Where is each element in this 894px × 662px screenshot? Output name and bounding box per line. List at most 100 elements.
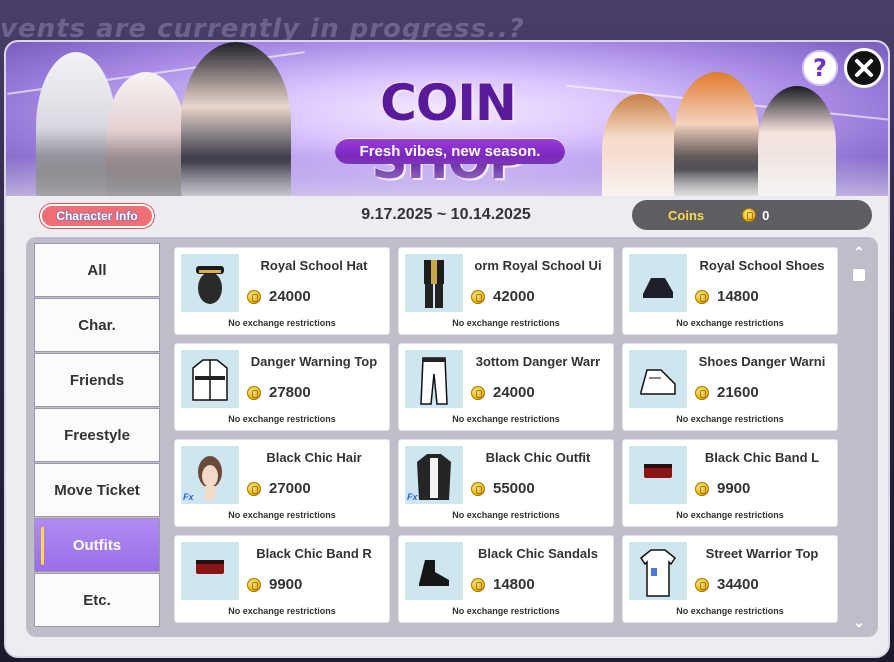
item-price-value: 24000 xyxy=(493,384,535,401)
help-button[interactable]: ? xyxy=(802,50,838,86)
item-card[interactable]: Royal School Hat 24000 No exchange restric… xyxy=(174,247,390,335)
category-all[interactable]: All xyxy=(34,243,160,297)
character-illustration-1 xyxy=(36,52,116,196)
item-price: 24000 xyxy=(247,288,311,305)
item-price: 34400 xyxy=(695,576,759,593)
coins-label: Coins xyxy=(668,207,705,223)
shirt-icon xyxy=(639,549,677,597)
item-name: orm Royal School Ui xyxy=(474,258,602,273)
category-freestyle[interactable]: Freestyle xyxy=(34,408,160,462)
category-move-ticket[interactable]: Move Ticket xyxy=(34,463,160,517)
item-thumbnail: Fx xyxy=(405,446,463,504)
category-label: Etc. xyxy=(83,591,111,609)
coins-value: 0 xyxy=(762,207,770,223)
item-price-value: 24000 xyxy=(269,288,311,305)
character-illustration-2 xyxy=(106,72,186,196)
item-price-value: 27800 xyxy=(269,384,311,401)
item-thumbnail xyxy=(405,350,463,408)
event-date-range: 9.17.2025 ~ 10.14.2025 xyxy=(361,206,531,223)
category-label: Char. xyxy=(78,316,116,334)
item-price: 9900 xyxy=(695,480,750,497)
category-etc[interactable]: Etc. xyxy=(34,573,160,627)
category-char[interactable]: Char. xyxy=(34,298,160,352)
coin-shop-modal: COIN SHOP Fresh vibes, new season. ? Cha… xyxy=(4,40,890,658)
character-illustration-6 xyxy=(758,86,836,196)
sandal-icon xyxy=(419,560,449,586)
fx-badge: Fx xyxy=(407,492,418,502)
hat-icon xyxy=(196,266,224,304)
item-name: Black Chic Band R xyxy=(256,546,372,561)
character-illustration-3 xyxy=(181,42,291,196)
item-exchange-note: No exchange restrictions xyxy=(228,414,336,424)
item-card[interactable]: Danger Warning Top 27800 No exchange restr… xyxy=(174,343,390,431)
item-card[interactable]: Shoes Danger Warni 21600 No exchange restr… xyxy=(622,343,838,431)
coin-icon xyxy=(247,481,261,496)
item-thumbnail xyxy=(181,350,239,408)
category-friends[interactable]: Friends xyxy=(34,353,160,407)
item-price: 42000 xyxy=(471,288,535,305)
scroll-up-icon[interactable]: ⌃ xyxy=(850,245,868,259)
category-label: Move Ticket xyxy=(54,481,140,499)
item-card[interactable]: Black Chic Sandals 14800 No exchange restr… xyxy=(398,535,614,623)
item-card[interactable]: 3ottom Danger Warr 24000 No exchange restr… xyxy=(398,343,614,431)
close-icon xyxy=(855,59,873,77)
item-grid: Royal School Hat 24000 No exchange restric… xyxy=(174,247,842,627)
item-price: 21600 xyxy=(695,384,759,401)
close-button[interactable] xyxy=(844,48,884,88)
item-card[interactable]: Street Warrior Top 34400 No exchange restr… xyxy=(622,535,838,623)
scroll-down-icon[interactable]: ⌄ xyxy=(850,615,868,629)
jacket-icon xyxy=(192,359,228,401)
item-exchange-note: No exchange restrictions xyxy=(676,318,784,328)
scroll-thumb[interactable] xyxy=(853,269,865,281)
item-price: 27000 xyxy=(247,480,311,497)
item-card[interactable]: Fx Black Chic Outfit 55000 No exchange rest… xyxy=(398,439,614,527)
item-price-value: 42000 xyxy=(493,288,535,305)
coin-icon xyxy=(247,577,261,592)
coin-icon xyxy=(695,385,709,400)
item-name: Street Warrior Top xyxy=(705,546,819,561)
character-info-button[interactable]: Character Info xyxy=(40,204,154,228)
item-price: 55000 xyxy=(471,480,535,497)
item-price-value: 14800 xyxy=(717,288,759,305)
coins-balance: Coins 0 xyxy=(632,200,872,230)
coin-icon xyxy=(695,577,709,592)
item-thumbnail xyxy=(629,542,687,600)
item-card[interactable]: Fx Black Chic Hair 27000 No exchange restri… xyxy=(174,439,390,527)
item-price: 14800 xyxy=(695,288,759,305)
item-card[interactable]: Black Chic Band L 9900 No exchange restric… xyxy=(622,439,838,527)
item-card[interactable]: Royal School Shoes 14800 No exchange restr… xyxy=(622,247,838,335)
shoes-icon xyxy=(643,278,673,298)
band-icon xyxy=(196,560,224,574)
item-exchange-note: No exchange restrictions xyxy=(228,318,336,328)
pants-icon xyxy=(420,357,448,405)
scrollbar[interactable]: ⌃ ⌄ xyxy=(848,245,870,629)
item-name: Danger Warning Top xyxy=(250,354,378,369)
item-exchange-note: No exchange restrictions xyxy=(452,606,560,616)
item-thumbnail xyxy=(405,542,463,600)
uniform-icon xyxy=(424,260,444,308)
item-thumbnail xyxy=(629,254,687,312)
item-price-value: 14800 xyxy=(493,576,535,593)
item-thumbnail xyxy=(181,542,239,600)
coin-icon xyxy=(247,289,261,304)
item-price-value: 9900 xyxy=(717,480,751,497)
coin-icon xyxy=(247,385,261,400)
item-thumbnail xyxy=(405,254,463,312)
item-price-value: 9900 xyxy=(269,576,303,593)
item-card[interactable]: Black Chic Band R 9900 No exchange restric… xyxy=(174,535,390,623)
item-card[interactable]: orm Royal School Ui 42000 No exchange rest… xyxy=(398,247,614,335)
coin-icon xyxy=(695,481,709,496)
sneaker-icon xyxy=(640,369,676,395)
item-price-value: 21600 xyxy=(717,384,759,401)
category-label: Friends xyxy=(69,371,125,389)
category-sidebar: All Char. Friends Freestyle Move Ticket … xyxy=(34,243,160,629)
item-thumbnail xyxy=(181,254,239,312)
character-illustration-4 xyxy=(602,94,678,196)
item-price: 27800 xyxy=(247,384,311,401)
shop-subtitle: Fresh vibes, new season. xyxy=(335,138,565,164)
item-name: 3ottom Danger Warr xyxy=(475,354,601,369)
category-outfits[interactable]: Outfits xyxy=(34,518,160,572)
item-exchange-note: No exchange restrictions xyxy=(676,510,784,520)
item-price-value: 27000 xyxy=(269,480,311,497)
category-label: Freestyle xyxy=(64,426,130,444)
